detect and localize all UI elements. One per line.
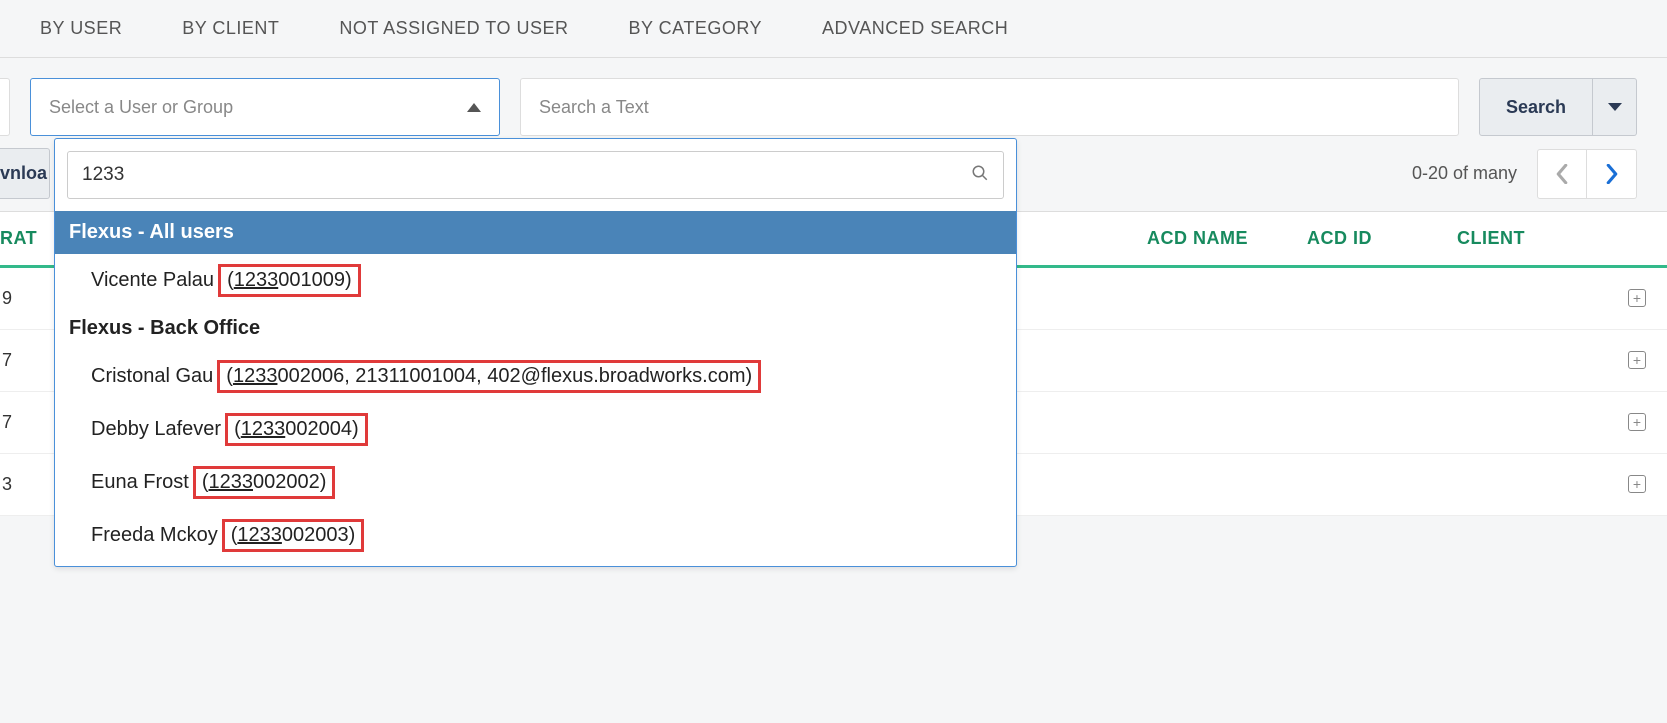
col-acd-id[interactable]: ACD ID bbox=[1307, 228, 1457, 249]
tab-by-user[interactable]: BY USER bbox=[40, 18, 122, 39]
dropdown-item-detail: (1233002004) bbox=[225, 413, 368, 446]
search-icon bbox=[971, 164, 989, 187]
filter-tabs: BY USER BY CLIENT NOT ASSIGNED TO USER B… bbox=[0, 0, 1667, 58]
expand-row-button[interactable]: + bbox=[1607, 289, 1667, 308]
download-button[interactable]: vnloa bbox=[0, 148, 50, 199]
expand-row-button[interactable]: + bbox=[1607, 475, 1667, 494]
col-client[interactable]: CLIENT bbox=[1457, 228, 1667, 249]
dropdown-item-name: Vicente Palau bbox=[91, 269, 214, 292]
tab-not-assigned[interactable]: NOT ASSIGNED TO USER bbox=[339, 18, 568, 39]
dropdown-item-name: Cristonal Gau bbox=[91, 365, 213, 388]
cell-rat: 3 bbox=[0, 474, 50, 495]
user-group-dropdown: Flexus - All usersVicente Palau(12330010… bbox=[54, 138, 1017, 567]
cell-rat: 9 bbox=[0, 288, 50, 309]
user-group-select[interactable]: Select a User or Group bbox=[30, 78, 500, 136]
caret-up-icon bbox=[467, 103, 481, 112]
dropdown-item[interactable]: Vicente Palau(1233001009) bbox=[55, 254, 1016, 307]
search-button[interactable]: Search bbox=[1479, 78, 1593, 136]
caret-down-icon bbox=[1608, 103, 1622, 111]
dropdown-item-name: Freeda Mckoy bbox=[91, 524, 218, 547]
search-dropdown-button[interactable] bbox=[1593, 78, 1637, 136]
dropdown-group-header[interactable]: Flexus - Back Office bbox=[55, 307, 1016, 350]
tab-by-category[interactable]: BY CATEGORY bbox=[628, 18, 762, 39]
chevron-left-icon bbox=[1555, 164, 1569, 184]
dropdown-group-header[interactable]: Flexus - All users bbox=[55, 211, 1016, 254]
dropdown-item-name: Debby Lafever bbox=[91, 418, 221, 441]
left-input-stub[interactable] bbox=[0, 78, 10, 136]
search-button-group: Search bbox=[1479, 78, 1637, 136]
pager-next-button[interactable] bbox=[1587, 149, 1637, 199]
dropdown-item-detail: (1233002002) bbox=[193, 466, 336, 499]
controls-row: Select a User or Group Search a Text Sea… bbox=[0, 58, 1667, 136]
cell-rat: 7 bbox=[0, 412, 50, 433]
dropdown-item[interactable]: Freeda Mckoy(1233002003) bbox=[55, 509, 1016, 562]
dropdown-search-input[interactable] bbox=[82, 164, 971, 186]
dropdown-item-name: Euna Frost bbox=[91, 471, 189, 494]
plus-box-icon: + bbox=[1628, 289, 1646, 307]
col-acd-name[interactable]: ACD NAME bbox=[1147, 228, 1307, 249]
expand-row-button[interactable]: + bbox=[1607, 351, 1667, 370]
col-rat[interactable]: RAT bbox=[0, 228, 50, 249]
dropdown-item-detail: (1233002003) bbox=[222, 519, 365, 552]
text-search-placeholder: Search a Text bbox=[539, 97, 649, 118]
pager-prev-button[interactable] bbox=[1537, 149, 1587, 199]
dropdown-item[interactable]: Euna Frost(1233002002) bbox=[55, 456, 1016, 509]
tab-by-client[interactable]: BY CLIENT bbox=[182, 18, 279, 39]
tab-advanced-search[interactable]: ADVANCED SEARCH bbox=[822, 18, 1008, 39]
dropdown-item-detail: (1233001009) bbox=[218, 264, 361, 297]
plus-box-icon: + bbox=[1628, 351, 1646, 369]
dropdown-search-wrapper bbox=[67, 151, 1004, 199]
text-search-input[interactable]: Search a Text bbox=[520, 78, 1459, 136]
plus-box-icon: + bbox=[1628, 475, 1646, 493]
cell-rat: 7 bbox=[0, 350, 50, 371]
expand-row-button[interactable]: + bbox=[1607, 413, 1667, 432]
user-group-placeholder: Select a User or Group bbox=[49, 97, 233, 118]
dropdown-item-detail: (1233002006, 21311001004, 402@flexus.bro… bbox=[217, 360, 761, 393]
dropdown-list[interactable]: Flexus - All usersVicente Palau(12330010… bbox=[55, 211, 1016, 562]
dropdown-item[interactable]: Cristonal Gau(1233002006, 21311001004, 4… bbox=[55, 350, 1016, 403]
chevron-right-icon bbox=[1605, 164, 1619, 184]
pager-text: 0-20 of many bbox=[1412, 163, 1517, 184]
dropdown-item[interactable]: Debby Lafever(1233002004) bbox=[55, 403, 1016, 456]
pager-buttons bbox=[1537, 149, 1637, 199]
plus-box-icon: + bbox=[1628, 413, 1646, 431]
